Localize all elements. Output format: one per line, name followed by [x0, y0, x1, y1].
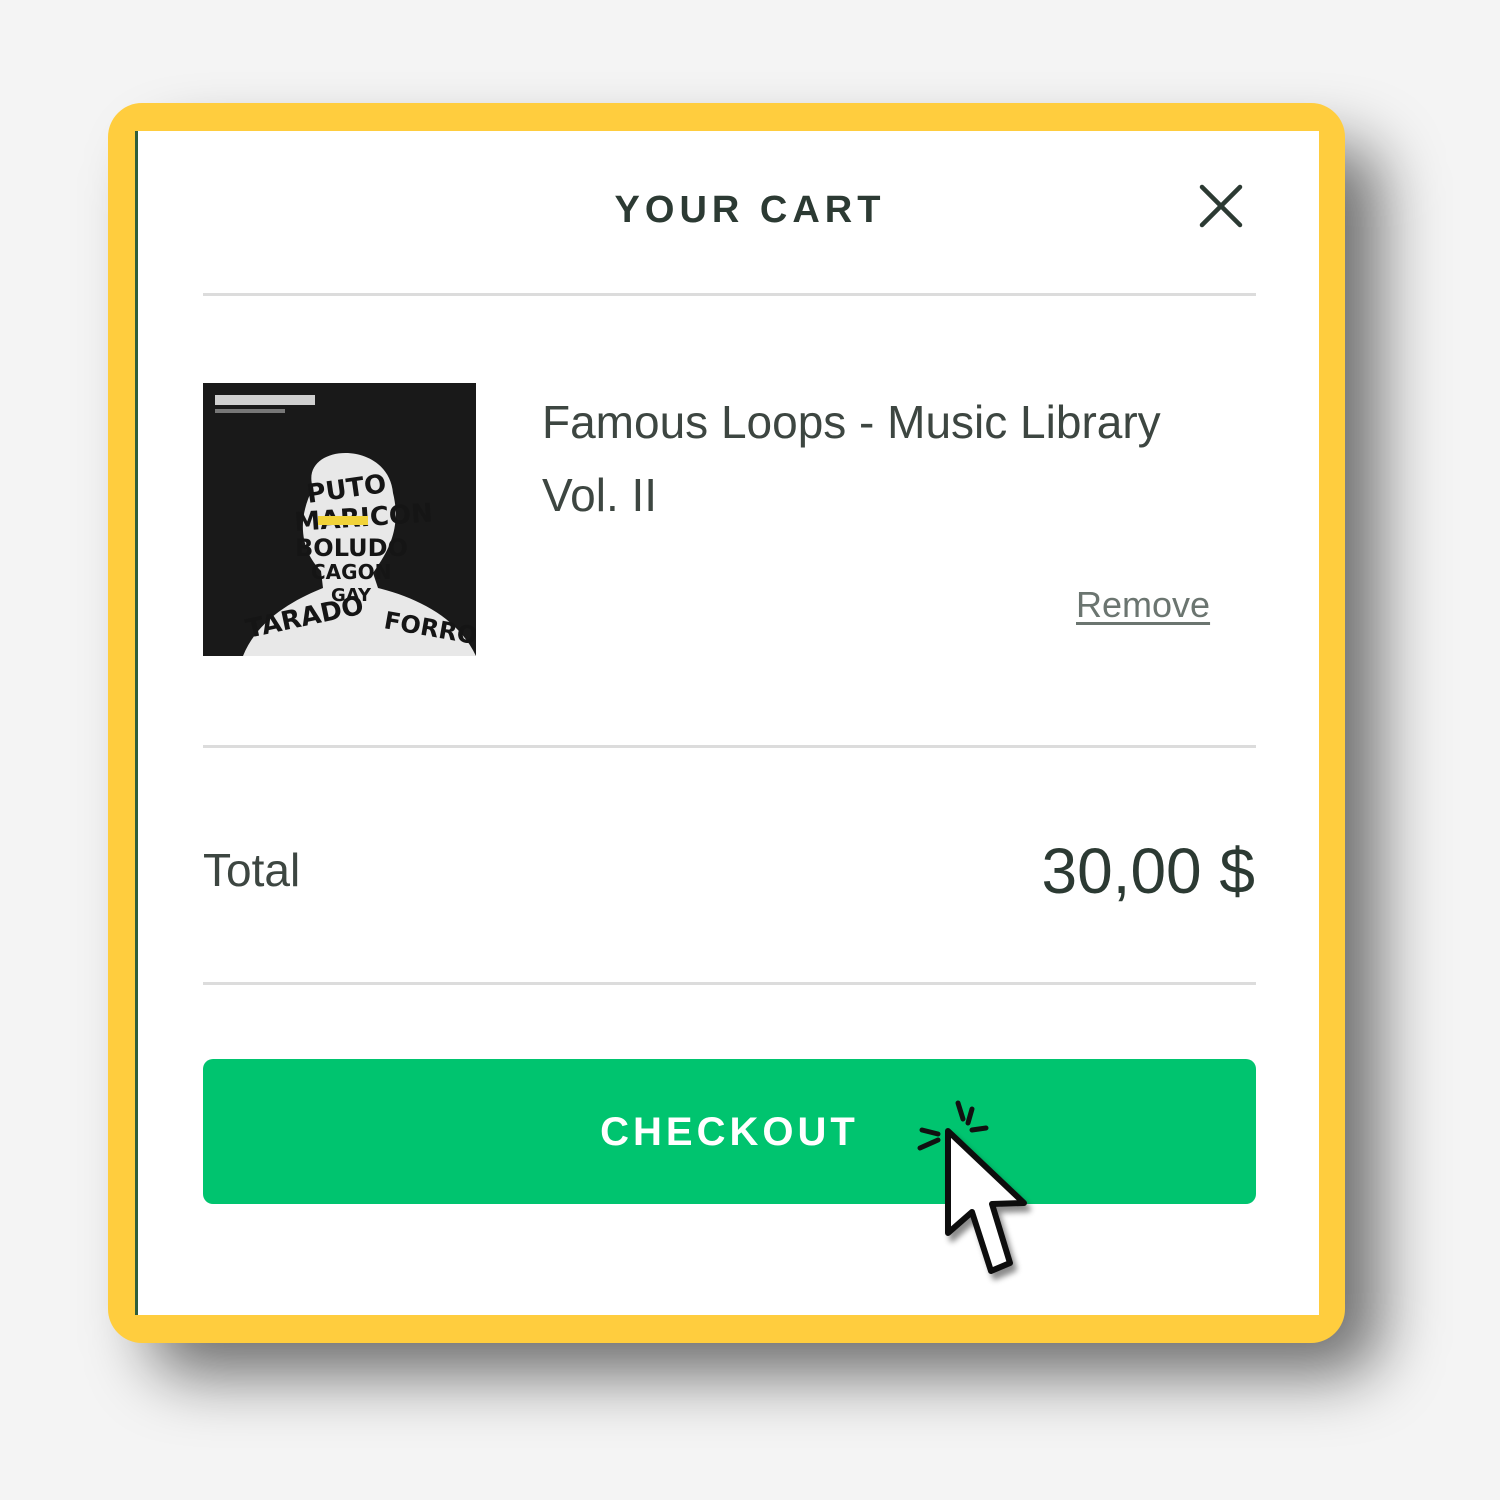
- svg-text:BOLUDO: BOLUDO: [295, 534, 408, 562]
- checkout-button[interactable]: CHECKOUT: [203, 1059, 1256, 1204]
- checkout-label: CHECKOUT: [600, 1110, 859, 1154]
- product-name[interactable]: Famous Loops - Music Library Vol. II: [542, 386, 1242, 532]
- total-label: Total: [203, 844, 301, 896]
- close-icon[interactable]: [1198, 183, 1244, 229]
- album-cover: PUTO MARICON BOLUDO CAGON GAY TARADO FOR…: [203, 383, 476, 656]
- divider-middle: [203, 745, 1256, 748]
- cart-title: YOUR CART: [614, 189, 886, 231]
- divider-bottom: [203, 982, 1256, 985]
- total-value: 30,00 $: [1041, 835, 1255, 907]
- divider-top: [203, 293, 1256, 296]
- svg-text:CAGON: CAGON: [311, 560, 391, 584]
- remove-link[interactable]: Remove: [1076, 584, 1210, 626]
